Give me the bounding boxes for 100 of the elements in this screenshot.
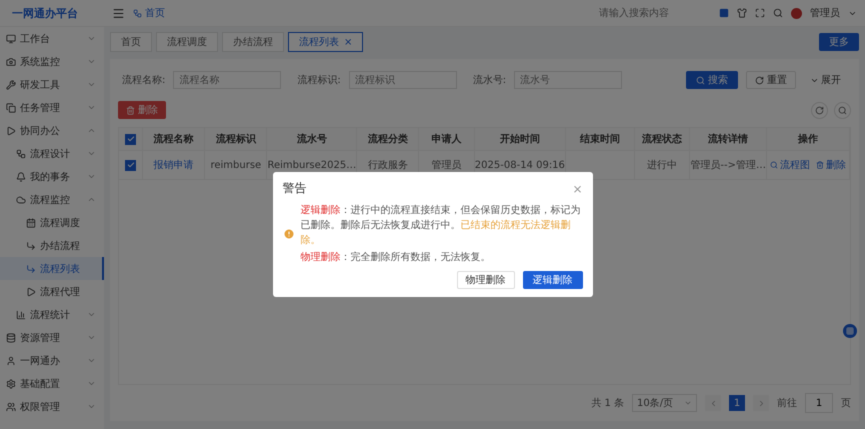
sidebar-item[interactable]: 流程统计 [0,303,104,326]
menu-item-icon [6,56,16,66]
breadcrumb-link[interactable]: 首页 [133,6,165,20]
avatar[interactable] [791,8,802,18]
warning-icon [282,228,294,240]
search-icon[interactable] [773,8,783,18]
checkbox[interactable] [125,160,136,170]
total-count: 共 1 条 [591,396,624,410]
menu-item-icon [6,126,16,136]
reset-icon [755,76,764,84]
grid-icon [846,327,854,335]
trash-icon [816,161,824,169]
dialog-message: 物理删除：完全删除所有数据，无法恢复。 [300,250,492,265]
page-size-select[interactable]: 10条/页 [632,394,697,412]
goto-label: 前往 [777,396,797,410]
sidebar-item[interactable]: 流程监控 [0,188,104,211]
search-button[interactable]: 搜索 [686,71,738,89]
sidebar-item[interactable]: 基础配置 [0,372,104,395]
trash-icon [126,106,135,114]
chevron-down-icon [87,149,96,158]
sidebar-item[interactable]: 办结流程 [0,234,104,257]
filter-field[interactable]: 流程名称 [173,71,282,89]
chevron-down-icon [87,310,96,319]
user-name[interactable]: 管理员 [810,6,840,20]
delete-link[interactable]: 删除 [816,158,846,172]
chevron-down-icon [87,333,96,342]
physical-delete-button[interactable]: 物理删除 [456,271,514,289]
sidebar-item[interactable]: 流程调度 [0,211,104,234]
goto-field[interactable]: 1 [805,393,833,413]
search-icon [770,161,778,169]
chevron-down-icon [87,34,96,43]
search-icon [696,76,705,84]
sidebar-item[interactable]: 我的事务 [0,165,104,188]
menu-item-icon [26,286,36,296]
dialog-message: 逻辑删除：进行中的流程直接结束，但会保留历史数据，标记为已删除。删除后无法恢复成进行中。已结束的流程无法逻辑删除。 [300,204,582,248]
close-button[interactable]: × [572,182,582,196]
reset-button[interactable]: 重置 [746,71,796,89]
sidebar-item[interactable]: 流程列表 [0,257,104,280]
sidebar-item[interactable]: 流程代理 [0,280,104,303]
column-header: 申请人 [419,128,475,151]
menu-item-icon [16,310,26,320]
search-icon [838,106,847,114]
expand-button[interactable]: 展开 [804,72,847,88]
chevron-down-icon [87,379,96,388]
menu-item-icon [6,356,16,366]
column-header: 流水号 [267,128,358,151]
table-cell: 管理员-->管理… [690,151,768,180]
chevron-down-icon [87,80,96,89]
column-header: 操作 [767,128,850,151]
sidebar-item[interactable]: 权限管理 [0,395,104,418]
filter-field[interactable]: 流水号 [514,71,622,89]
page-tab[interactable]: 首页 [110,32,152,52]
sidebar-item[interactable]: 研发工具 [0,73,104,96]
filter-label: 流程标识: [297,74,341,87]
chevron-up-icon [87,126,96,135]
checkbox[interactable] [125,134,136,144]
delete-button[interactable]: 删除 [118,101,166,119]
sidebar-item[interactable]: 资源管理 [0,326,104,349]
column-header: 流程标识 [205,128,268,151]
menu-item-icon [16,148,26,158]
search-field[interactable]: 请输入搜索内容 [597,6,711,20]
more-button[interactable]: 更多 [819,33,859,51]
filter-label: 流水号: [472,74,506,87]
menu-item-icon [26,240,36,250]
logical-delete-button[interactable]: 逻辑删除 [522,271,582,289]
column-header: 流程名称 [143,128,206,151]
page-tab[interactable]: 流程列表 × [288,32,364,52]
chevron-down-icon [87,103,96,112]
menu-item-icon [26,218,36,228]
menu-item-icon [6,102,16,112]
column-header: 流程分类 [357,128,420,151]
shirt-icon[interactable] [737,8,747,18]
refresh-icon [815,106,824,114]
page-button[interactable]: 1 [729,395,745,411]
dialog-title: 警告 [282,180,306,197]
sidebar-item[interactable]: 流程设计 [0,142,104,165]
page-tab[interactable]: 流程调度 [156,32,218,52]
filter-field[interactable]: 流程标识 [348,71,457,89]
search-button[interactable] [834,102,851,118]
sidebar-item[interactable]: 工作台 [0,27,104,50]
square-icon[interactable] [719,8,729,18]
fullscreen-icon[interactable] [755,8,765,18]
sidebar-item[interactable]: 任务管理 [0,96,104,119]
page-tab[interactable]: 办结流程 [222,32,284,52]
sidebar-item[interactable]: 一网通办 [0,349,104,372]
flow-icon [133,8,142,18]
chevron-down-icon [87,402,96,411]
menu-item-icon [16,194,26,204]
sidebar-item[interactable]: 系统监控 [0,50,104,73]
process-link[interactable]: 报销申请 [143,151,206,180]
table-cell: 进行中 [635,151,690,180]
refresh-button[interactable] [811,102,828,118]
column-header: 开始时间 [474,128,566,151]
sidebar-item[interactable]: 协同办公 [0,119,104,142]
menu-item-icon [6,34,16,44]
flowchart-link[interactable]: 流程图 [770,158,810,172]
column-header: 结束时间 [566,128,636,151]
menu-icon[interactable] [112,6,125,20]
chevron-down-icon [87,356,96,365]
chevron-up-icon [87,195,96,204]
